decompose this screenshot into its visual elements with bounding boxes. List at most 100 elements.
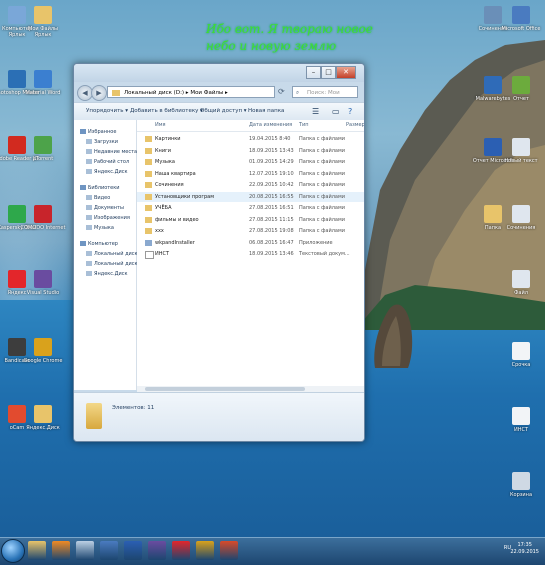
desktop-shortcut[interactable]: Яндекс.Диск [20, 405, 66, 431]
media-player-icon[interactable] [52, 541, 70, 560]
desktop-shortcut-label: Корзина [509, 492, 533, 498]
wallpaper-verse: Ибо вот. Я твораю новое небо и новую зем… [206, 21, 373, 55]
file-row[interactable]: wkpandInstaller 06.08.2015 16:47 Приложени… [137, 238, 364, 248]
file-type: Папка с файлами [299, 147, 345, 154]
nav-item[interactable]: Загрузки [86, 138, 118, 146]
desktop-shortcut-label: Visual Studio [26, 290, 60, 296]
folder-icon [145, 147, 152, 154]
title-bar[interactable]: – □ ✕ [74, 64, 364, 82]
desktop-shortcut-label: Material Word [25, 90, 61, 96]
nav-item[interactable]: Локальный диск [86, 250, 138, 258]
file-row[interactable]: Сочинения 22.09.2015 10:42 Папка с файлами [137, 180, 364, 190]
start-button[interactable] [1, 539, 25, 563]
file-date: 18.09.2015 13:46 [249, 251, 294, 257]
desktop-shortcut[interactable]: Новый текст [498, 138, 544, 164]
pen-icon[interactable] [100, 541, 118, 560]
nav-item[interactable]: Изображения [86, 214, 130, 222]
file-date: 19.04.2015 8:40 [249, 136, 291, 142]
file-row[interactable]: Картинки 19.04.2015 8:40 Папка с файлами [137, 134, 364, 144]
nav-item[interactable]: Избранное [80, 128, 116, 136]
desktop-shortcut[interactable]: µTorrent [20, 136, 66, 162]
desktop-shortcut[interactable]: Корзина [498, 472, 544, 498]
desktop-shortcut[interactable]: ИНСТ [498, 407, 544, 433]
explorer-window[interactable]: – □ ✕ ◀ ▶ Локальный диск (D:) ▸ Мои Файл… [73, 63, 365, 442]
file-row[interactable]: ххх 27.08.2015 19:08 Папка с файлами [137, 226, 364, 236]
word-icon[interactable] [124, 541, 142, 560]
explorer-icon[interactable] [28, 541, 46, 560]
add-to-library-menu[interactable]: Добавить в библиотеку ▾ [130, 103, 203, 120]
address-row: ◀ ▶ Локальный диск (D:) ▸ Мои Файлы ▸ ⟳ … [74, 82, 364, 108]
presentation-icon[interactable] [220, 541, 238, 560]
video-icon [86, 195, 92, 200]
nav-item[interactable]: Локальный диск [86, 260, 138, 268]
nav-item[interactable]: Видео [86, 194, 110, 202]
desktop-shortcut[interactable]: Мои Файлы Ярлык [20, 6, 66, 38]
nav-item[interactable]: Библиотеки [80, 184, 120, 192]
file-name: УЧЁБА [155, 205, 172, 211]
file-row[interactable]: Книги 18.09.2015 13:43 Папка с файлами [137, 146, 364, 156]
nav-item[interactable]: Документы [86, 204, 124, 212]
close-button[interactable]: ✕ [336, 66, 356, 79]
desktop-shortcut[interactable]: Material Word [20, 70, 66, 96]
desktop-shortcut[interactable]: Файл [498, 270, 544, 296]
desktop-shortcut[interactable]: Google Chrome [20, 338, 66, 364]
nav-item[interactable]: Компьютер [80, 240, 118, 248]
desktop-shortcut[interactable]: Отчет [498, 76, 544, 102]
search-input[interactable]: ⌕ Поиск: Мои Файлы [292, 86, 358, 108]
view-options-icon[interactable]: ☰ [312, 103, 319, 120]
nav-item[interactable]: Музыка [86, 224, 114, 232]
minimize-button[interactable]: – [306, 66, 321, 79]
file-row[interactable]: Установщики програм 20.08.2015 16:55 Папка… [137, 191, 364, 202]
file-type: Приложение [299, 239, 333, 246]
column-type[interactable]: Тип [299, 120, 309, 131]
new-folder-button[interactable]: Новая папка [248, 103, 284, 120]
desktop-shortcut[interactable]: Сочинения [498, 205, 544, 231]
refresh-icon[interactable]: ⟳ [278, 87, 288, 97]
desktop-shortcut[interactable]: Visual Studio [20, 270, 66, 296]
file-date: 27.08.2015 11:15 [249, 216, 294, 223]
nav-item[interactable]: Яндекс.Диск [86, 168, 128, 176]
desktop-shortcut[interactable]: Срочка [498, 342, 544, 368]
column-date[interactable]: Дата изменения [249, 120, 292, 131]
nav-item[interactable]: Яндекс.Диск [86, 270, 128, 278]
preview-pane-icon[interactable]: ▭ [332, 103, 340, 120]
file-row[interactable]: Музыка 01.09.2015 14:29 Папка с файлами [137, 157, 364, 167]
forward-button[interactable]: ▶ [91, 85, 107, 101]
clock[interactable]: 17:35 22.09.2015 [510, 542, 539, 556]
column-name[interactable]: Имя [155, 120, 166, 131]
organize-menu[interactable]: Упорядочить ▾ [86, 103, 128, 120]
music-icon [86, 225, 92, 230]
file-date: 22.09.2015 10:42 [249, 182, 294, 188]
nav-item-label: Загрузки [94, 139, 118, 145]
search-icon[interactable] [76, 541, 94, 560]
visual-studio-icon[interactable] [148, 541, 166, 560]
file-row[interactable]: ИНСТ 18.09.2015 13:46 Текстовый докум... [137, 249, 364, 259]
search-icon: ⌕ [296, 90, 300, 96]
nav-item-label: Яндекс.Диск [94, 169, 128, 175]
nav-item-label: Рабочий стол [94, 159, 130, 165]
address-bar[interactable]: Локальный диск (D:) ▸ Мои Файлы ▸ [107, 86, 275, 98]
file-row[interactable]: УЧЁБА 27.08.2015 16:51 Папка с файлами [137, 203, 364, 213]
file-name: фильмы и видео [155, 216, 199, 223]
file-row[interactable]: фильмы и видео 27.08.2015 11:15 Папка с фа… [137, 215, 364, 225]
desktop-shortcut[interactable]: COMODO Internet [20, 205, 66, 231]
share-menu[interactable]: Общий доступ ▾ [200, 103, 247, 120]
help-icon[interactable]: ? [348, 103, 352, 120]
folder-icon [112, 90, 120, 96]
nav-item[interactable]: Недавние места [86, 148, 137, 156]
column-size[interactable]: Размер [346, 120, 364, 131]
chrome-icon[interactable] [196, 541, 214, 560]
yandex-icon[interactable] [172, 541, 190, 560]
desktop-shortcut-label: COMODO Internet [20, 225, 66, 231]
scroll-thumb[interactable] [145, 387, 305, 391]
desktop-shortcut-label: Файл [514, 290, 528, 296]
desktop-shortcut[interactable]: Microsoft Office [498, 6, 544, 32]
nav-item[interactable]: Рабочий стол [86, 158, 129, 166]
file-type: Папка с файлами [299, 193, 345, 200]
file-date: 27.08.2015 16:51 [249, 205, 294, 211]
file-row[interactable]: Наша квартира 12.07.2015 19:10 Папка с фай… [137, 169, 364, 179]
maximize-button[interactable]: □ [321, 66, 336, 79]
desktop-shortcut-label: Яндекс.Диск [26, 425, 60, 431]
text-file-icon [512, 342, 530, 360]
column-headers: Имя Дата изменения Тип Размер [137, 120, 364, 132]
